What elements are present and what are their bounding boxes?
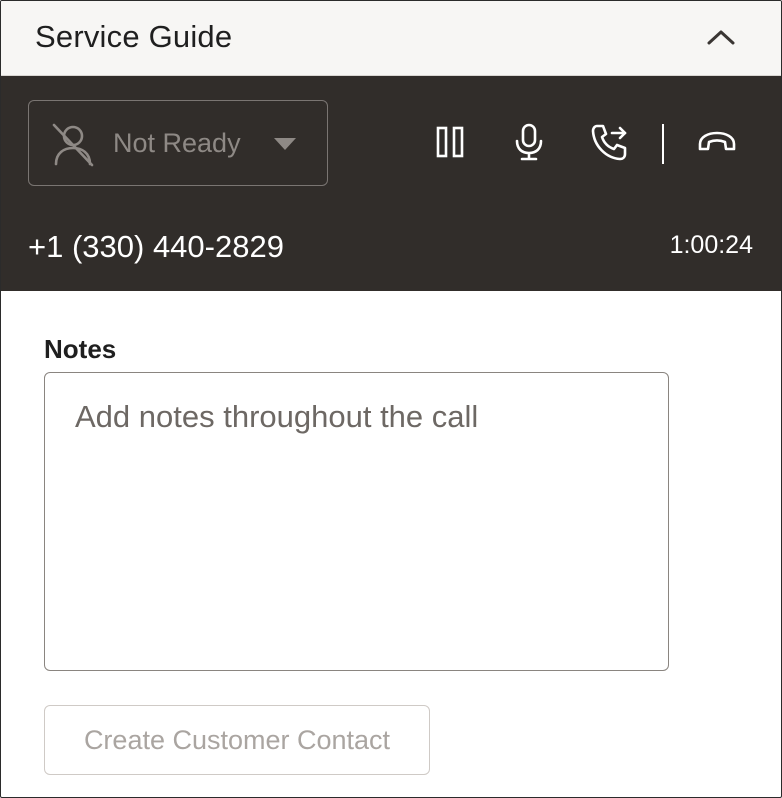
notes-label: Notes xyxy=(44,334,117,364)
end-call-button[interactable] xyxy=(695,120,739,164)
agent-status-label: Not Ready xyxy=(113,128,241,158)
transfer-button[interactable] xyxy=(588,120,632,164)
call-toolbar: Not Ready +1 (330) 440-2829 1:00:24 xyxy=(1,76,781,291)
microphone-icon xyxy=(515,123,543,161)
call-transfer-icon xyxy=(591,124,627,161)
hold-button[interactable] xyxy=(428,120,472,164)
agent-status-dropdown[interactable]: Not Ready xyxy=(28,100,328,186)
caller-phone-number: +1 (330) 440-2829 xyxy=(28,229,284,264)
panel-header: Service Guide xyxy=(1,1,781,76)
pause-icon xyxy=(436,126,464,158)
toolbar-divider xyxy=(662,124,664,164)
service-guide-panel: Service Guide Not Ready +1 (330) 440-282… xyxy=(0,0,782,798)
chevron-up-icon xyxy=(707,30,735,45)
create-customer-contact-button[interactable]: Create Customer Contact xyxy=(44,705,430,775)
mute-button[interactable] xyxy=(507,120,551,164)
panel-title: Service Guide xyxy=(35,19,233,54)
hang-up-icon xyxy=(698,131,736,151)
agent-unavailable-icon xyxy=(52,123,94,167)
notes-input[interactable] xyxy=(44,372,669,671)
caret-down-icon xyxy=(274,138,296,150)
call-timer: 1:00:24 xyxy=(669,231,753,259)
collapse-button[interactable] xyxy=(701,19,741,55)
